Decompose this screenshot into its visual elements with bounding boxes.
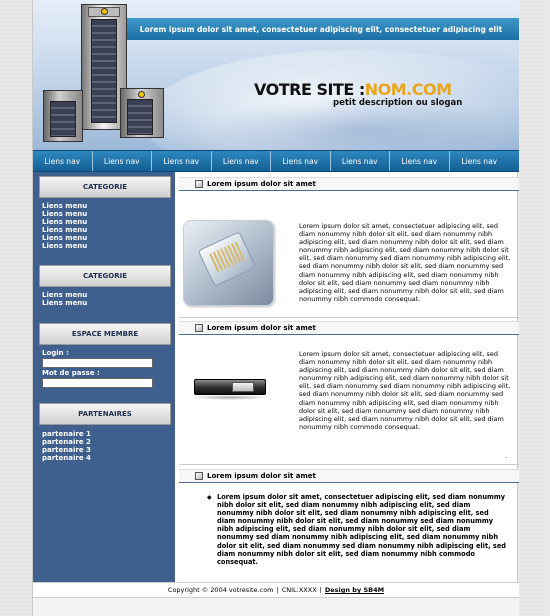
footer-separator: |	[319, 586, 322, 594]
router-image	[186, 373, 274, 403]
nav-link[interactable]: Liens nav	[212, 151, 271, 171]
login-input[interactable]	[42, 358, 153, 368]
nav-link[interactable]: Liens nav	[331, 151, 390, 171]
nav-link[interactable]: Liens nav	[93, 151, 152, 171]
section-body-text: Lorem ipsum dolor sit amet, consectetuer…	[299, 222, 511, 303]
header-tagline: Lorem ipsum dolor sit amet, consectetuer…	[139, 24, 503, 34]
section-bullet-icon	[195, 324, 203, 332]
section-divider	[179, 317, 519, 318]
footer-separator: |	[276, 586, 279, 594]
header-tagline-bar: Lorem ipsum dolor sit amet, consectetuer…	[123, 18, 519, 40]
nav-link[interactable]: Liens nav	[33, 151, 93, 171]
partner-link[interactable]: partenaire 2	[42, 438, 91, 446]
section-title: Lorem ipsum dolor sit amet	[207, 180, 316, 188]
nav-link[interactable]: Liens nav	[450, 151, 510, 171]
section-title: Lorem ipsum dolor sit amet	[207, 472, 316, 480]
section-title: Lorem ipsum dolor sit amet	[207, 324, 316, 332]
site-slogan: petit description ou slogan	[333, 98, 463, 108]
nav-link[interactable]: Liens nav	[152, 151, 212, 171]
section-title-bar: Lorem ipsum dolor sit amet	[179, 177, 519, 191]
sidebar-category-header: CATEGORIE	[39, 265, 171, 287]
network-cable-image	[183, 220, 274, 306]
sidebar-category-header: CATEGORIE	[39, 176, 171, 198]
sidebar-menu-link[interactable]: Liens menu	[42, 299, 87, 307]
site-logo-title[interactable]: VOTRE SITE :NOM.COM	[254, 80, 452, 99]
sidebar: CATEGORIE Liens menu Liens menu Liens me…	[33, 172, 175, 582]
sidebar-menu-link[interactable]: Liens menu	[42, 242, 87, 250]
section-body-text: Lorem ipsum dolor sit amet, consectetuer…	[299, 350, 511, 431]
bottom-strip	[33, 598, 519, 616]
section-end-dot: .	[505, 452, 508, 460]
partners-header: PARTENAIRES	[39, 403, 171, 425]
partner-link[interactable]: partenaire 1	[42, 430, 91, 438]
partner-link[interactable]: partenaire 3	[42, 446, 91, 454]
list-bullet-icon: ◆	[207, 494, 212, 501]
section-title-bar: Lorem ipsum dolor sit amet	[179, 321, 519, 335]
section-bullet-icon	[195, 472, 203, 480]
sidebar-menu-link[interactable]: Liens menu	[42, 202, 87, 210]
password-label: Mot de passe :	[42, 369, 100, 377]
sidebar-menu-link[interactable]: Liens menu	[42, 291, 87, 299]
footer-copyright: Copyright © 2004 votresite.com	[167, 586, 274, 594]
server-small-icon	[43, 90, 83, 142]
site-footer: Copyright © 2004 votresite.com | CNIL:XX…	[33, 582, 519, 598]
sidebar-menu-link[interactable]: Liens menu	[42, 226, 87, 234]
section-title-bar: Lorem ipsum dolor sit amet	[179, 469, 519, 483]
sidebar-menu-link[interactable]: Liens menu	[42, 218, 87, 226]
main-nav: Liens nav Liens nav Liens nav Liens nav …	[33, 150, 519, 172]
sidebar-menu-link[interactable]: Liens menu	[42, 234, 87, 242]
section-divider	[179, 464, 519, 465]
section-bullet-icon	[195, 180, 203, 188]
site-header: Lorem ipsum dolor sit amet, consectetuer…	[33, 0, 519, 150]
login-label: Login :	[42, 349, 69, 357]
partner-link[interactable]: partenaire 4	[42, 454, 91, 462]
page-container: Lorem ipsum dolor sit amet, consectetuer…	[32, 0, 519, 616]
site-logo-domain: NOM.COM	[364, 80, 452, 99]
nav-link[interactable]: Liens nav	[390, 151, 450, 171]
sidebar-menu-link[interactable]: Liens menu	[42, 210, 87, 218]
nav-link[interactable]: Liens nav	[271, 151, 331, 171]
server-small-icon	[120, 88, 164, 138]
password-input[interactable]	[42, 378, 153, 388]
list-item: Lorem ipsum dolor sit amet, consectetuer…	[217, 493, 507, 566]
site-logo-main: VOTRE SITE :	[254, 80, 365, 99]
footer-cnil: CNIL:XXXX	[281, 586, 317, 594]
member-area-header: ESPACE MEMBRE	[39, 323, 171, 345]
footer-design-link[interactable]: Design by SB4M	[325, 586, 384, 594]
